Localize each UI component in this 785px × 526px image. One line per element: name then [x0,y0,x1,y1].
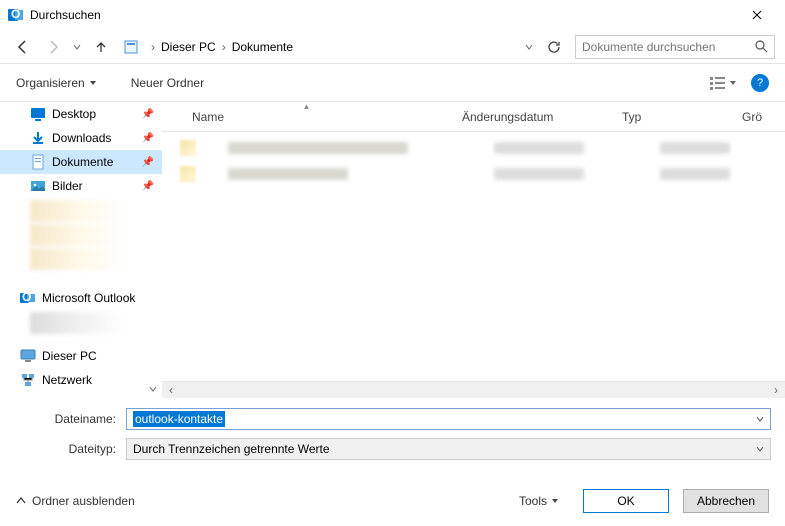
redacted-item [30,248,150,270]
column-header-name[interactable]: Name ▲ [162,102,452,131]
address-dropdown-icon[interactable] [525,43,533,51]
file-row[interactable] [180,138,785,158]
redacted-text [228,142,408,154]
redacted-text [660,142,730,154]
column-label: Grö [742,110,762,124]
search-input[interactable] [582,40,755,54]
file-row[interactable] [180,164,785,184]
organize-label: Organisieren [16,76,85,90]
scrollbar-track[interactable] [178,383,769,398]
location-icon [122,38,140,56]
breadcrumb-folder[interactable]: Dokumente [228,38,297,56]
view-options-button[interactable] [710,76,737,90]
tools-label: Tools [519,494,547,508]
redacted-item [30,200,150,222]
organize-button[interactable]: Organisieren [16,76,97,90]
sidebar-item-label: Bilder [52,179,83,193]
filename-dropdown-icon[interactable] [756,415,764,423]
breadcrumb-this-pc[interactable]: Dieser PC [157,38,220,56]
search-field[interactable] [575,35,775,59]
folder-icon [180,140,196,156]
chevron-up-icon [16,496,26,506]
redacted-item [30,312,150,334]
sidebar-item-label: Desktop [52,107,96,121]
column-header-size[interactable]: Grö [732,102,785,131]
chevron-right-icon: › [151,40,155,54]
this-pc-icon [20,348,36,364]
pin-icon: 📌 [142,181,154,192]
file-list: Name ▲ Änderungsdatum Typ Grö ‹ › [162,102,785,398]
filename-label: Dateiname: [14,412,126,426]
outlook-app-icon: O [8,7,24,23]
svg-text:O: O [11,7,20,21]
pictures-icon [30,178,46,194]
download-icon [30,130,46,146]
back-button[interactable] [10,34,36,60]
filetype-label: Dateityp: [14,442,126,456]
horizontal-scrollbar[interactable]: ‹ › [162,381,785,398]
scroll-left-icon[interactable]: ‹ [164,383,178,397]
document-icon [30,154,46,170]
sidebar-item-downloads[interactable]: Downloads 📌 [0,126,162,150]
folder-icon [180,166,196,182]
cancel-label: Abbrechen [697,494,755,508]
sidebar-item-outlook[interactable]: O Microsoft Outlook [0,286,162,310]
filetype-field[interactable]: Durch Trennzeichen getrennte Werte [126,438,771,460]
scroll-right-icon[interactable]: › [769,383,783,397]
column-header-type[interactable]: Typ [612,102,732,131]
new-folder-button[interactable]: Neuer Ordner [131,76,204,90]
hide-folders-button[interactable]: Ordner ausblenden [16,494,135,508]
filename-value: outlook-kontakte [133,411,225,427]
ok-label: OK [617,494,634,508]
redacted-text [228,168,348,180]
cancel-button[interactable]: Abbrechen [683,489,769,513]
sidebar-item-documents[interactable]: Dokumente 📌 [0,150,162,174]
filename-field[interactable]: outlook-kontakte [126,408,771,430]
column-label: Änderungsdatum [462,110,553,124]
help-button[interactable]: ? [751,74,769,92]
sidebar-item-label: Netzwerk [42,373,92,387]
redacted-text [660,168,730,180]
filetype-value: Durch Trennzeichen getrennte Werte [133,442,756,456]
column-label: Name [192,110,224,124]
close-button[interactable] [737,1,777,29]
address-breadcrumb[interactable]: › Dieser PC › Dokumente [148,35,515,59]
ok-button[interactable]: OK [583,489,669,513]
redacted-text [494,142,584,154]
sidebar-item-label: Dieser PC [42,349,97,363]
pin-icon: 📌 [142,157,154,168]
refresh-button[interactable] [543,36,565,58]
redacted-item [30,224,150,246]
up-button[interactable] [88,34,114,60]
forward-button[interactable] [40,34,66,60]
sidebar-scroll-down[interactable] [144,380,162,398]
column-label: Typ [622,110,641,124]
svg-text:O: O [22,290,31,304]
redacted-text [494,168,584,180]
sidebar-item-label: Microsoft Outlook [42,291,135,305]
hide-folders-label: Ordner ausblenden [32,494,135,508]
sidebar-item-label: Downloads [52,131,111,145]
window-title: Durchsuchen [30,8,101,22]
recent-locations-dropdown[interactable] [70,34,84,60]
outlook-icon: O [20,290,36,306]
sidebar-item-desktop[interactable]: Desktop 📌 [0,102,162,126]
network-icon [20,372,36,388]
sidebar-item-network[interactable]: Netzwerk [0,368,162,392]
column-header-modified[interactable]: Änderungsdatum [452,102,612,131]
tools-button[interactable]: Tools [519,494,559,508]
filetype-dropdown-icon[interactable] [756,445,764,453]
sort-ascending-icon: ▲ [303,102,311,111]
pin-icon: 📌 [142,109,154,120]
sidebar-item-this-pc[interactable]: Dieser PC [0,344,162,368]
sidebar-item-label: Dokumente [52,155,113,169]
navigation-tree: Desktop 📌 Downloads 📌 Dokumente 📌 Bilder… [0,102,162,398]
pin-icon: 📌 [142,133,154,144]
desktop-icon [30,106,46,122]
search-icon[interactable] [755,40,768,53]
chevron-right-icon: › [222,40,226,54]
column-headers: Name ▲ Änderungsdatum Typ Grö [162,102,785,132]
sidebar-item-pictures[interactable]: Bilder 📌 [0,174,162,198]
